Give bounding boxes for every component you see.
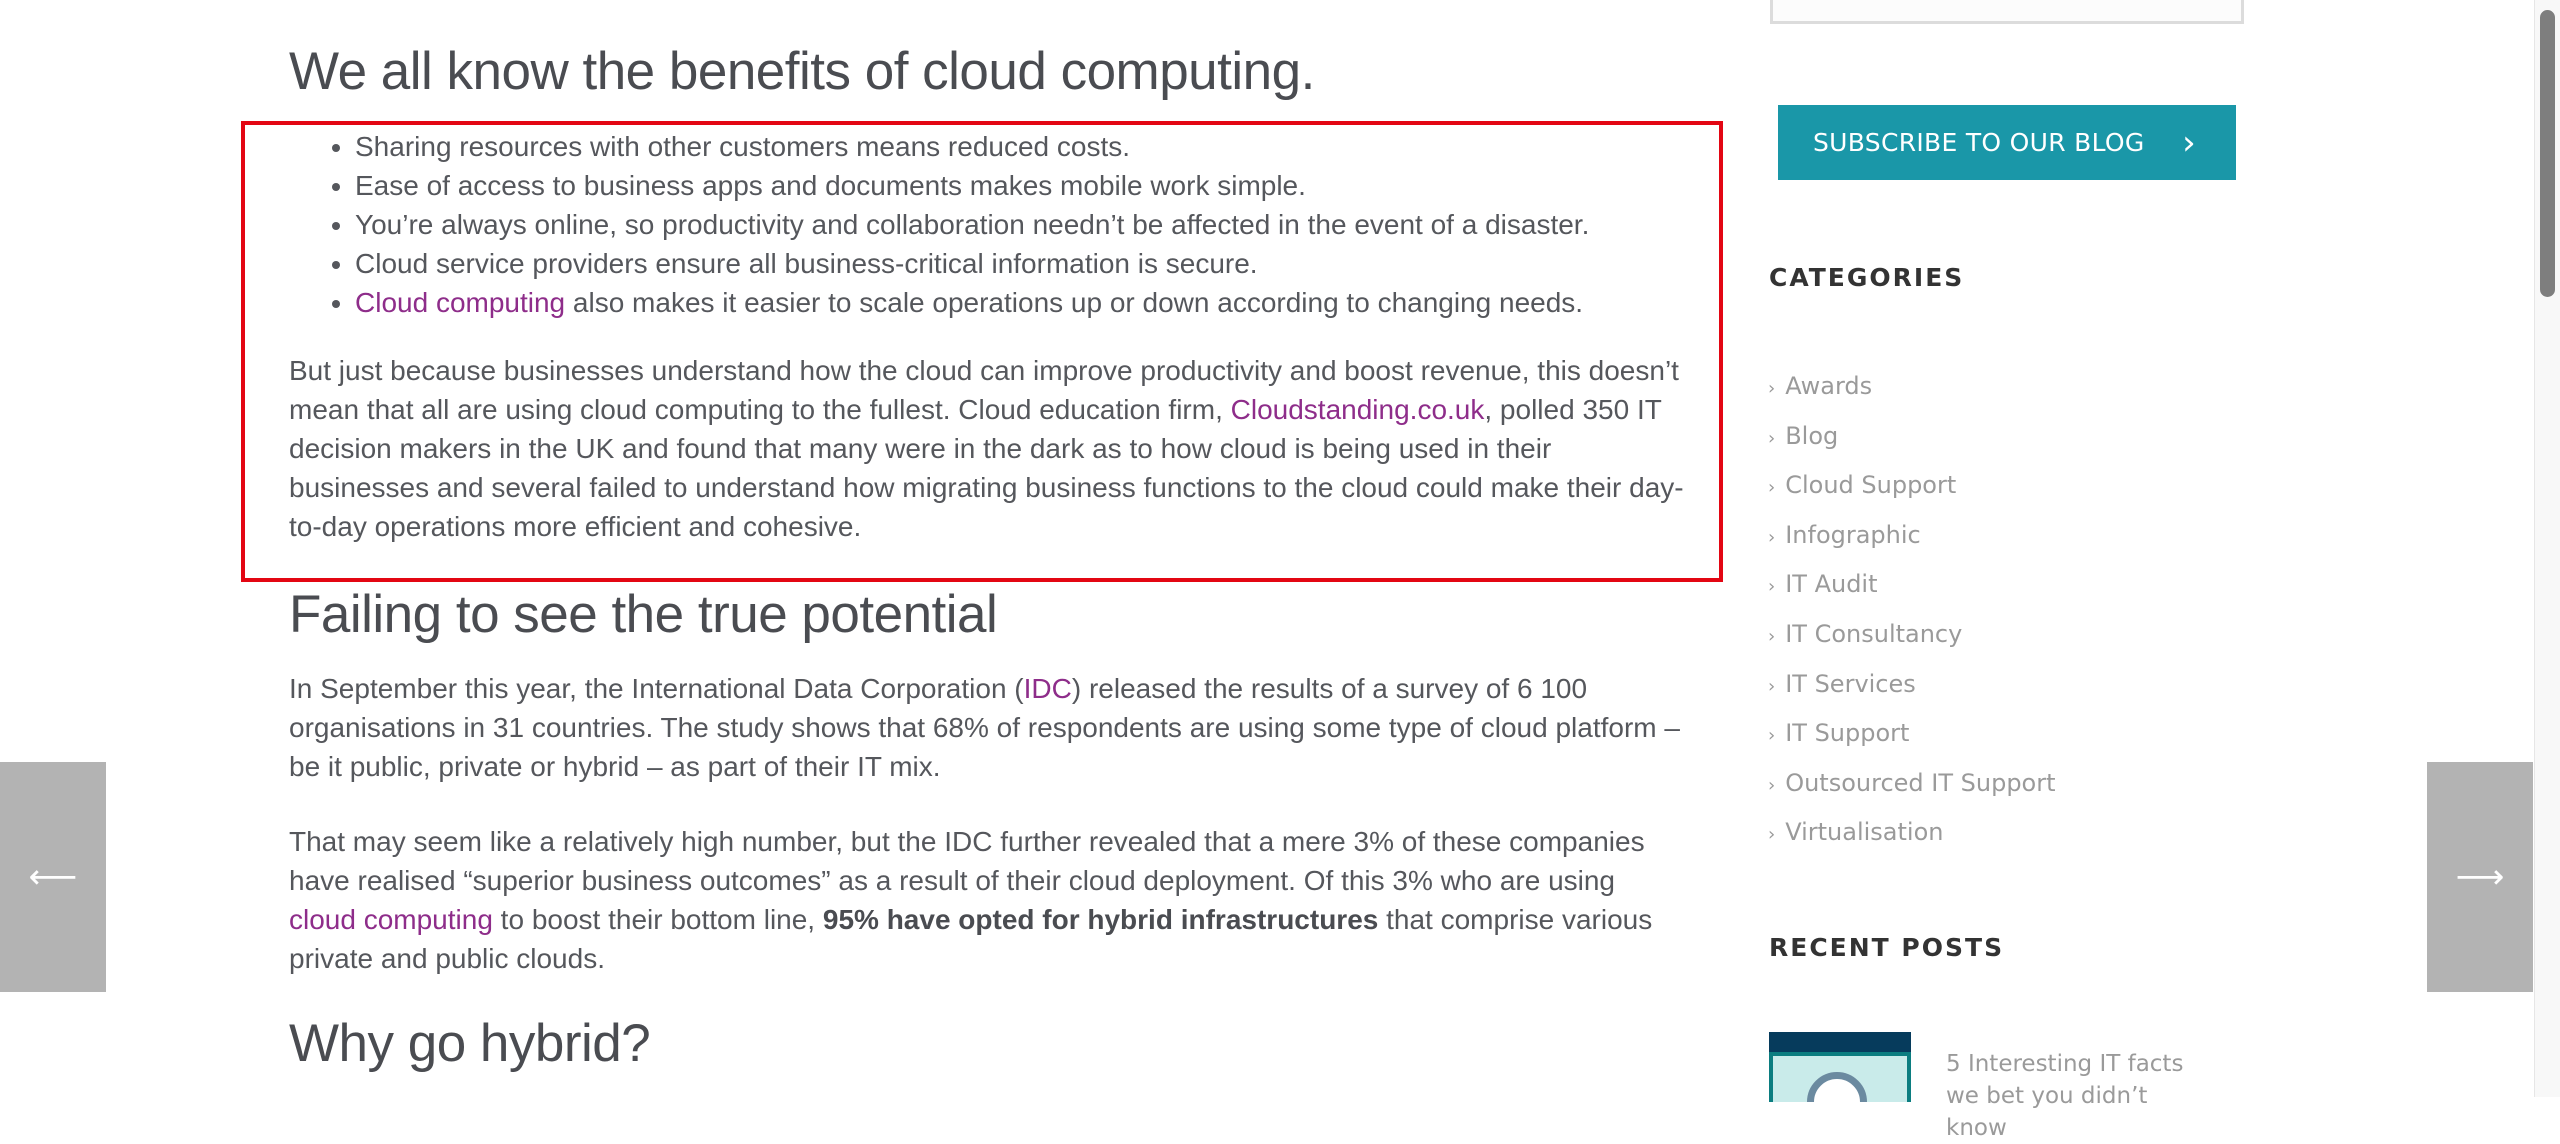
next-post-button[interactable]: ⟶ — [2427, 762, 2533, 992]
chevron-right-icon: › — [1768, 725, 1776, 747]
recent-post-thumbnail[interactable] — [1769, 1032, 1911, 1102]
list-item: Cloud computing also makes it easier to … — [355, 283, 1795, 322]
heading-true-potential: Failing to see the true potential — [289, 585, 998, 644]
category-item[interactable]: › Cloud Support — [1768, 467, 2056, 517]
paragraph-hybrid-stats: That may seem like a relatively high num… — [289, 826, 1653, 974]
chevron-right-icon: › — [1768, 576, 1776, 598]
list-item: You’re always online, so productivity an… — [355, 205, 1795, 244]
heading-why-hybrid: Why go hybrid? — [289, 1014, 651, 1073]
cloud-computing-link[interactable]: Cloud computing — [355, 287, 565, 318]
search-box[interactable] — [1770, 0, 2244, 24]
cloud-computing-link-2[interactable]: cloud computing — [289, 904, 493, 935]
paragraph-idc-survey: In September this year, the Internationa… — [289, 673, 1680, 782]
category-item[interactable]: › Awards — [1768, 368, 2056, 418]
category-item[interactable]: › Virtualisation — [1768, 814, 2056, 864]
category-item[interactable]: › IT Consultancy — [1768, 616, 2056, 666]
arrow-right-icon: ⟶ — [2455, 858, 2505, 896]
paragraph-cloudstanding: But just because businesses understand h… — [289, 355, 1684, 542]
category-item[interactable]: › Outsourced IT Support — [1768, 765, 2056, 815]
arrow-left-icon: ⟵ — [28, 858, 78, 896]
chevron-right-icon: › — [2182, 122, 2196, 163]
list-item: Ease of access to business apps and docu… — [355, 166, 1795, 205]
cloudstanding-link[interactable]: Cloudstanding.co.uk — [1231, 394, 1485, 425]
categories-list: › Awards › Blog › Cloud Support › Infographi… — [1768, 368, 2056, 864]
chevron-right-icon: › — [1768, 824, 1776, 846]
chevron-right-icon: › — [1768, 526, 1776, 548]
recent-post-title[interactable]: 5 Interesting IT facts we bet you didn’t… — [1946, 1048, 2196, 1144]
idc-link[interactable]: IDC — [1024, 673, 1072, 704]
categories-title: CATEGORIES — [1769, 263, 1965, 292]
subscribe-button[interactable]: SUBSCRIBE TO OUR BLOG › — [1778, 105, 2236, 180]
chevron-right-icon: › — [1768, 427, 1776, 449]
list-item: Cloud service providers ensure all busin… — [355, 244, 1795, 283]
chevron-right-icon: › — [1768, 378, 1776, 399]
recent-posts-title: RECENT POSTS — [1769, 933, 2005, 962]
list-item: Sharing resources with other customers m… — [355, 127, 1795, 166]
previous-post-button[interactable]: ⟵ — [0, 762, 106, 992]
category-item[interactable]: › Infographic — [1768, 517, 2056, 567]
chevron-right-icon: › — [1768, 675, 1776, 697]
category-item[interactable]: › IT Support — [1768, 715, 2056, 765]
chevron-right-icon: › — [1768, 477, 1776, 499]
benefits-list: Sharing resources with other customers m… — [289, 127, 1795, 322]
heading-benefits: We all know the benefits of cloud comput… — [289, 42, 1315, 101]
chevron-right-icon: › — [1768, 774, 1776, 796]
category-item[interactable]: › Blog — [1768, 418, 2056, 468]
scrollbar-thumb[interactable] — [2540, 10, 2555, 297]
category-item[interactable]: › IT Audit — [1768, 566, 2056, 616]
category-item[interactable]: › IT Services — [1768, 666, 2056, 716]
chevron-right-icon: › — [1768, 625, 1776, 647]
subscribe-label: SUBSCRIBE TO OUR BLOG — [1813, 128, 2145, 157]
